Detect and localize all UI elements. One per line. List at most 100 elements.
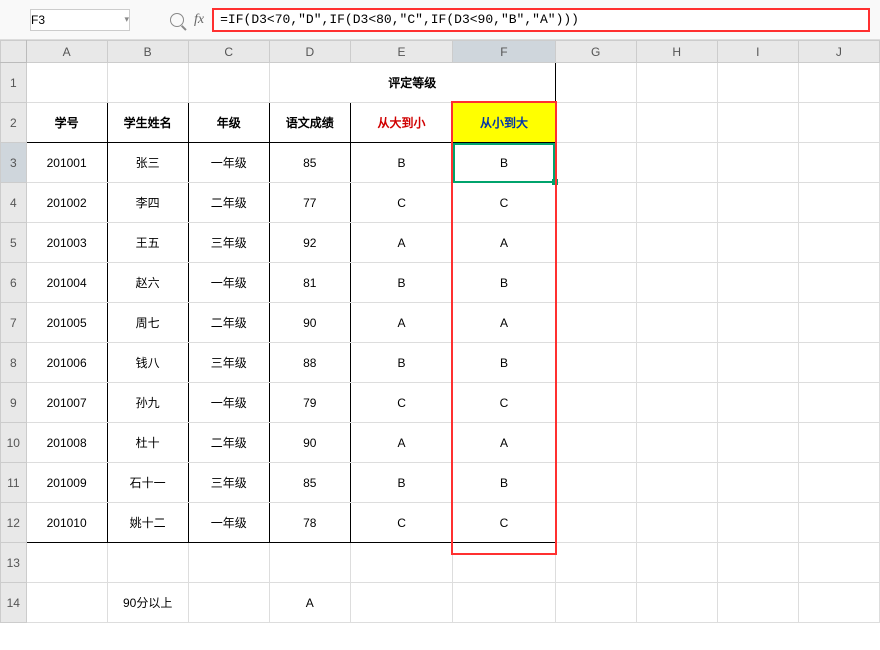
cell-C6[interactable]: 一年级 (188, 263, 269, 303)
cell-A11[interactable]: 201009 (26, 463, 107, 503)
col-header-J[interactable]: J (798, 41, 879, 63)
cell-G3[interactable] (555, 143, 636, 183)
cell-H9[interactable] (636, 383, 717, 423)
cell-G9[interactable] (555, 383, 636, 423)
cell-A8[interactable]: 201006 (26, 343, 107, 383)
cell-H6[interactable] (636, 263, 717, 303)
cell-B14[interactable]: 90分以上 (107, 583, 188, 623)
cell-E4[interactable]: C (350, 183, 452, 223)
cell-D4[interactable]: 77 (269, 183, 350, 223)
name-box[interactable]: F3 ▾ (30, 9, 130, 31)
row-header-2[interactable]: 2 (1, 103, 27, 143)
cell-A3[interactable]: 201001 (26, 143, 107, 183)
cell-J4[interactable] (798, 183, 879, 223)
fill-handle[interactable] (552, 179, 558, 185)
row-header-13[interactable]: 13 (1, 543, 27, 583)
cell-I1[interactable] (717, 63, 798, 103)
cell-J13[interactable] (798, 543, 879, 583)
row-header-11[interactable]: 11 (1, 463, 27, 503)
cell-J5[interactable] (798, 223, 879, 263)
cell-C1[interactable] (188, 63, 269, 103)
cell-E3[interactable]: B (350, 143, 452, 183)
cell-A9[interactable]: 201007 (26, 383, 107, 423)
header2-D[interactable]: 语文成绩 (269, 103, 350, 143)
merged-header[interactable]: 评定等级 (269, 63, 555, 103)
cell-C8[interactable]: 三年级 (188, 343, 269, 383)
header2-F[interactable]: 从小到大 (453, 103, 555, 143)
cell-J12[interactable] (798, 503, 879, 543)
cell-B3[interactable]: 张三 (107, 143, 188, 183)
cell-G14[interactable] (555, 583, 636, 623)
row-header-3[interactable]: 3 (1, 143, 27, 183)
cell-I10[interactable] (717, 423, 798, 463)
cell-D9[interactable]: 79 (269, 383, 350, 423)
cell-F3[interactable]: B (453, 143, 555, 183)
cell-G5[interactable] (555, 223, 636, 263)
cell-E12[interactable]: C (350, 503, 452, 543)
cell-C5[interactable]: 三年级 (188, 223, 269, 263)
cell-H12[interactable] (636, 503, 717, 543)
cell-F10[interactable]: A (453, 423, 555, 463)
cell-B4[interactable]: 李四 (107, 183, 188, 223)
select-all-corner[interactable] (1, 41, 27, 63)
cell-G8[interactable] (555, 343, 636, 383)
cell-F13[interactable] (453, 543, 555, 583)
header2-A[interactable]: 学号 (26, 103, 107, 143)
cell-H10[interactable] (636, 423, 717, 463)
cell-A12[interactable]: 201010 (26, 503, 107, 543)
cell-B11[interactable]: 石十一 (107, 463, 188, 503)
row-header-4[interactable]: 4 (1, 183, 27, 223)
cell-A7[interactable]: 201005 (26, 303, 107, 343)
cell-G12[interactable] (555, 503, 636, 543)
row-header-12[interactable]: 12 (1, 503, 27, 543)
cell-I3[interactable] (717, 143, 798, 183)
cell-F7[interactable]: A (453, 303, 555, 343)
cell-B9[interactable]: 孙九 (107, 383, 188, 423)
cell-J14[interactable] (798, 583, 879, 623)
cell-D14[interactable]: A (269, 583, 350, 623)
row-header-9[interactable]: 9 (1, 383, 27, 423)
cell-A5[interactable]: 201003 (26, 223, 107, 263)
cell-C10[interactable]: 二年级 (188, 423, 269, 463)
cell-I9[interactable] (717, 383, 798, 423)
cell-F5[interactable]: A (453, 223, 555, 263)
cell-D10[interactable]: 90 (269, 423, 350, 463)
col-header-A[interactable]: A (26, 41, 107, 63)
cell-E6[interactable]: B (350, 263, 452, 303)
cell-D13[interactable] (269, 543, 350, 583)
formula-input[interactable]: =IF(D3<70,"D",IF(D3<80,"C",IF(D3<90,"B",… (212, 8, 870, 32)
row-header-6[interactable]: 6 (1, 263, 27, 303)
cell-H3[interactable] (636, 143, 717, 183)
header2-G[interactable] (555, 103, 636, 143)
cell-C14[interactable] (188, 583, 269, 623)
col-header-H[interactable]: H (636, 41, 717, 63)
header2-B[interactable]: 学生姓名 (107, 103, 188, 143)
cell-G13[interactable] (555, 543, 636, 583)
cell-H4[interactable] (636, 183, 717, 223)
cell-C9[interactable]: 一年级 (188, 383, 269, 423)
cell-B12[interactable]: 姚十二 (107, 503, 188, 543)
cell-F4[interactable]: C (453, 183, 555, 223)
cell-G1[interactable] (555, 63, 636, 103)
cell-J11[interactable] (798, 463, 879, 503)
cell-H11[interactable] (636, 463, 717, 503)
cell-C13[interactable] (188, 543, 269, 583)
cell-A6[interactable]: 201004 (26, 263, 107, 303)
col-header-B[interactable]: B (107, 41, 188, 63)
cell-G7[interactable] (555, 303, 636, 343)
row-header-5[interactable]: 5 (1, 223, 27, 263)
cell-G10[interactable] (555, 423, 636, 463)
cell-F9[interactable]: C (453, 383, 555, 423)
cell-I14[interactable] (717, 583, 798, 623)
cell-J7[interactable] (798, 303, 879, 343)
cell-A14[interactable] (26, 583, 107, 623)
cell-J1[interactable] (798, 63, 879, 103)
cell-J9[interactable] (798, 383, 879, 423)
cell-E11[interactable]: B (350, 463, 452, 503)
cell-A10[interactable]: 201008 (26, 423, 107, 463)
cell-H13[interactable] (636, 543, 717, 583)
cell-G6[interactable] (555, 263, 636, 303)
cell-I5[interactable] (717, 223, 798, 263)
cell-G4[interactable] (555, 183, 636, 223)
col-header-C[interactable]: C (188, 41, 269, 63)
